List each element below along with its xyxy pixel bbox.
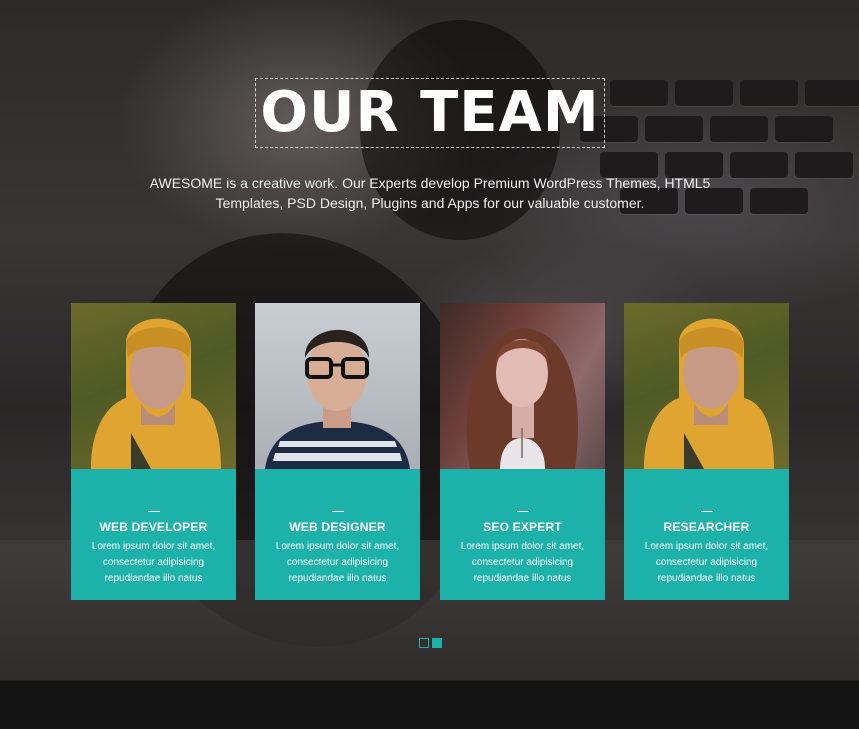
section-intro: AWESOME is a creative work. Our Experts … xyxy=(149,175,711,211)
member-info: WEB DEVELOPER Lorem ipsum dolor sit amet… xyxy=(71,469,236,600)
divider xyxy=(516,511,529,512)
footer-strip xyxy=(0,680,859,729)
portrait-man-yellow-hood xyxy=(91,318,221,469)
member-description: Lorem ipsum dolor sit amet, consectetur … xyxy=(644,541,769,584)
member-role: WEB DESIGNER xyxy=(289,520,386,534)
member-info: SEO EXPERT Lorem ipsum dolor sit amet, c… xyxy=(440,469,605,600)
member-description: Lorem ipsum dolor sit amet, consectetur … xyxy=(91,541,216,584)
divider xyxy=(331,511,344,512)
member-description: Lorem ipsum dolor sit amet, consectetur … xyxy=(275,541,400,584)
member-description: Lorem ipsum dolor sit amet, consectetur … xyxy=(460,541,585,584)
pagination-dot-2-active[interactable] xyxy=(432,638,442,648)
member-role: WEB DEVELOPER xyxy=(99,520,208,534)
team-card-seo-expert[interactable]: SEO EXPERT Lorem ipsum dolor sit amet, c… xyxy=(440,303,605,600)
team-card-researcher[interactable]: RESEARCHER Lorem ipsum dolor sit amet, c… xyxy=(624,303,789,600)
portrait-man-yellow-hood xyxy=(644,318,774,469)
member-info: WEB DESIGNER Lorem ipsum dolor sit amet,… xyxy=(255,469,420,600)
team-cards: WEB DEVELOPER Lorem ipsum dolor sit amet… xyxy=(71,303,791,600)
member-photo xyxy=(624,303,789,469)
member-photo xyxy=(71,303,236,469)
member-photo xyxy=(440,303,605,469)
member-info: RESEARCHER Lorem ipsum dolor sit amet, c… xyxy=(624,469,789,600)
divider xyxy=(147,511,160,512)
team-card-web-designer[interactable]: WEB DESIGNER Lorem ipsum dolor sit amet,… xyxy=(255,303,420,600)
pagination-dot-1[interactable] xyxy=(419,638,429,648)
member-role: RESEARCHER xyxy=(663,520,750,534)
section-title: OUR TEAM xyxy=(260,80,600,145)
section-title-frame: OUR TEAM xyxy=(255,78,605,148)
portrait-man-glasses xyxy=(265,329,410,469)
portrait-woman xyxy=(466,328,578,469)
divider xyxy=(700,511,713,512)
member-role: SEO EXPERT xyxy=(483,520,562,534)
team-section: OUR TEAM AWESOME is a creative work. Our… xyxy=(0,0,859,729)
member-photo xyxy=(255,303,420,469)
team-card-web-developer[interactable]: WEB DEVELOPER Lorem ipsum dolor sit amet… xyxy=(71,303,236,600)
carousel-pagination xyxy=(419,638,442,648)
